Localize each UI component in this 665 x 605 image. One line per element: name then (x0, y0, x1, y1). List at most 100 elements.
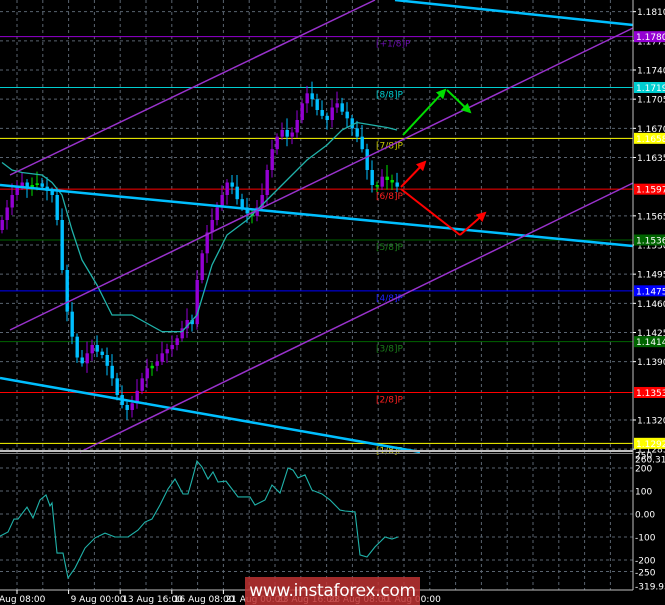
candle-body (240, 199, 244, 208)
indicator-tick-label: 0.00 (635, 511, 655, 521)
indicator-tick-label: -200 (635, 557, 656, 567)
candle-body (315, 99, 319, 110)
price-level-badge-text: 1.1780 (636, 33, 665, 43)
candle-body (390, 179, 394, 183)
indicator-tick-label: -100 (635, 534, 656, 544)
candle-body (55, 194, 59, 220)
candle-body (355, 128, 359, 137)
candle-body (325, 115, 329, 120)
candle-body (105, 354, 109, 366)
murrey-level-label: [3/8]P (376, 345, 404, 355)
price-level-badge-text: 1.1475 (636, 287, 665, 297)
candle-body (165, 349, 169, 354)
candle-body (225, 182, 229, 195)
candle-body (140, 378, 144, 391)
candle-body (215, 207, 219, 220)
candle-body (160, 353, 164, 362)
candle-body (85, 353, 89, 364)
price-tick-label: 1.1810 (637, 8, 665, 18)
candle-body (330, 107, 334, 120)
price-level-badge-text: 1.1597 (636, 186, 665, 196)
candle-body (385, 176, 389, 180)
price-level-badge-text: 1.1658 (636, 135, 665, 145)
murrey-level-label: [2/8]P (376, 395, 404, 405)
candle-body (35, 183, 39, 185)
candle-body (280, 129, 284, 137)
red-arrow-down (400, 188, 461, 236)
candle-body (375, 184, 379, 187)
grid (0, 0, 633, 590)
price-level-badge-text: 1.1414 (636, 338, 665, 348)
candle-body (265, 169, 269, 195)
candle-body (90, 344, 94, 354)
candle-body (360, 136, 364, 150)
price-level-badge-text: 1.1353 (636, 389, 665, 399)
candle-body (175, 338, 179, 345)
candle-body (130, 403, 134, 410)
watermark: www.instaforex.com (245, 577, 420, 605)
candle-body (170, 344, 174, 350)
candle-body (235, 186, 239, 200)
candle-body (365, 149, 369, 170)
indicator-tick-label: -250 (635, 569, 656, 579)
trend-line (394, 0, 634, 27)
candle-body (0, 219, 4, 230)
candle-body (380, 176, 384, 187)
candle-body (200, 253, 204, 280)
candle-body (230, 182, 234, 187)
candle-body (275, 136, 279, 150)
candle-body (150, 365, 154, 369)
indicator-tick-label: -319.936 (635, 583, 665, 593)
candle-body (395, 182, 399, 187)
candle-body (125, 404, 129, 410)
indicator-tick-label: 200 (635, 465, 652, 475)
candle-body (295, 119, 299, 133)
candle-body (300, 103, 304, 120)
candle-body (40, 183, 44, 187)
channel-line (9, 27, 634, 331)
candle-body (195, 279, 199, 325)
panel-divider (0, 450, 633, 452)
candle-body (50, 190, 54, 195)
price-tick-label: 1.1635 (637, 154, 665, 164)
candle-body (320, 109, 324, 116)
price-tick-label: 1.1320 (637, 416, 665, 426)
candle-body (70, 311, 74, 337)
candle-body (75, 336, 79, 358)
murrey-level-label: [5/8]P (376, 243, 404, 253)
murrey-level-label: [+1/8]P (376, 40, 411, 50)
candle-body (65, 269, 69, 312)
candle-body (95, 344, 99, 352)
candle-body (115, 378, 119, 395)
price-tick-label: 1.1390 (637, 358, 665, 368)
red-arrow-up (400, 160, 427, 188)
candle-body (370, 169, 374, 185)
trend-line (0, 183, 634, 248)
price-chart[interactable]: [+1/8]P[8/8]P[7/8]P[6/8]P[5/8]P[4/8]P[3/… (0, 0, 665, 605)
indicator-panel (0, 450, 633, 580)
price-level-badge-text: 1.1292 (636, 440, 665, 450)
candle-body (10, 194, 14, 208)
price-tick-label: 1.1705 (637, 96, 665, 106)
price-level-badge-text: 1.1536 (636, 236, 665, 246)
candle-body (340, 103, 344, 112)
candle-body (100, 351, 104, 355)
price-tick-label: 1.1740 (637, 67, 665, 77)
candle-body (60, 219, 64, 270)
indicator-tick-label: 250 (635, 452, 652, 462)
murrey-level-label: [6/8]P (376, 192, 404, 202)
candle-body (285, 129, 289, 137)
green-arrow-down (446, 89, 472, 114)
murrey-level-label: [4/8]P (376, 294, 404, 304)
channel-line (79, 182, 634, 453)
candle-body (350, 118, 354, 129)
candle-body (155, 361, 159, 366)
candle-body (345, 111, 349, 119)
price-level-badge-text: 1.1719 (636, 84, 665, 94)
time-tick-label: Aug 08:00 (0, 595, 46, 605)
price-axis: 1.18101.17751.17401.17051.16701.16351.15… (632, 0, 665, 605)
candle-body (305, 93, 309, 104)
candle-body (290, 132, 294, 137)
price-tick-label: 1.1495 (637, 271, 665, 281)
candle-body (310, 93, 314, 100)
